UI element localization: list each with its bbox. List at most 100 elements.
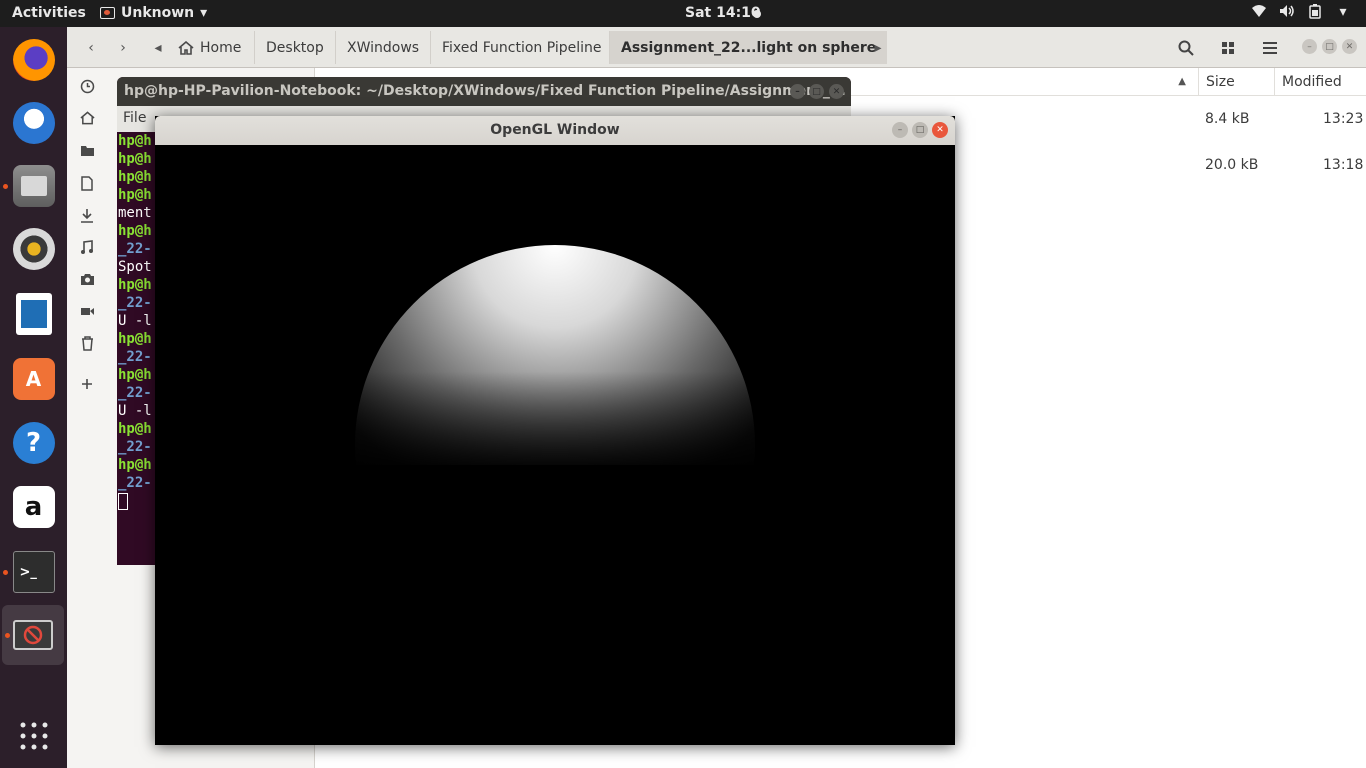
video-icon[interactable] xyxy=(77,301,97,321)
recent-icon[interactable] xyxy=(77,76,97,96)
menu-file[interactable]: File xyxy=(123,110,146,126)
terminal-icon: >_ xyxy=(12,551,55,593)
row-1-size[interactable]: 8.4 kB xyxy=(1205,111,1249,127)
menu-button[interactable] xyxy=(1252,33,1288,62)
music-icon[interactable] xyxy=(77,237,97,257)
view-toggle-button[interactable] xyxy=(1210,33,1246,62)
opengl-window[interactable]: OpenGL Window – □ ✕ xyxy=(155,116,955,745)
battery-icon[interactable] xyxy=(1306,4,1324,23)
download-icon[interactable] xyxy=(77,205,97,225)
show-applications-button[interactable] xyxy=(0,706,67,766)
terminal-line: hp@h xyxy=(118,367,152,383)
minimize-icon: – xyxy=(795,86,800,97)
breadcrumb-home[interactable]: Home xyxy=(167,31,252,64)
trash-icon[interactable] xyxy=(77,333,97,353)
app-menu-label: Unknown xyxy=(121,5,195,21)
dock-item-writer[interactable] xyxy=(0,284,67,344)
dock-item-terminal[interactable]: >_ xyxy=(0,542,67,602)
no-icon-app-icon xyxy=(13,620,53,650)
app-menu[interactable]: Unknown ▾ xyxy=(100,5,207,21)
opengl-close-button[interactable]: ✕ xyxy=(932,122,948,138)
terminal-line: _22- xyxy=(118,439,152,455)
top-bar: Activities Unknown ▾ Sat 14:10 ▾ xyxy=(0,0,1366,27)
system-tray[interactable]: ▾ xyxy=(1250,4,1352,23)
row-2-modified[interactable]: 13:18 xyxy=(1323,157,1363,173)
lit-sphere xyxy=(345,245,765,665)
breadcrumb-fixed-function-pipeline[interactable]: Fixed Function Pipeline xyxy=(430,31,613,64)
minimize-button[interactable]: – xyxy=(1302,39,1317,54)
system-menu-chevron-icon[interactable]: ▾ xyxy=(1334,4,1352,23)
terminal-line: hp@h xyxy=(118,277,152,293)
search-button[interactable] xyxy=(1168,33,1204,62)
opengl-titlebar[interactable]: OpenGL Window – □ ✕ xyxy=(155,116,955,145)
size-column-label: Size xyxy=(1206,73,1235,90)
app-menu-icon xyxy=(100,7,115,19)
dock-item-amazon[interactable]: a xyxy=(0,477,67,537)
terminal-minimize-button[interactable]: – xyxy=(790,84,805,99)
size-column-header[interactable]: Size xyxy=(1198,68,1274,96)
dock-item-firefox[interactable] xyxy=(0,30,67,90)
document-icon[interactable] xyxy=(77,173,97,193)
volume-icon[interactable] xyxy=(1278,4,1296,23)
shadow-falloff xyxy=(345,245,765,475)
breadcrumb-desktop[interactable]: Desktop xyxy=(254,31,335,64)
maximize-icon: □ xyxy=(812,86,821,97)
terminal-line: hp@h xyxy=(118,457,152,473)
modified-column-header[interactable]: Modified xyxy=(1274,68,1366,96)
terminal-line: U -l xyxy=(118,403,152,419)
opengl-canvas[interactable] xyxy=(155,145,955,745)
breadcrumb-label: Fixed Function Pipeline xyxy=(442,39,602,56)
terminal-line: hp@h xyxy=(118,133,152,149)
breadcrumb-label: Assignment_22...light on sphere xyxy=(621,39,877,56)
terminal-line: ment xyxy=(118,205,152,221)
terminal-line: hp@h xyxy=(118,151,152,167)
grid-view-icon xyxy=(1222,41,1234,54)
terminal-line: _22- xyxy=(118,349,152,365)
terminal-title: hp@hp-HP-Pavilion-Notebook: ~/Desktop/XW… xyxy=(124,83,846,99)
close-icon: ✕ xyxy=(1345,41,1354,52)
camera-icon[interactable] xyxy=(77,269,97,289)
activities-button[interactable]: Activities xyxy=(12,5,86,21)
chevron-left-icon: ‹ xyxy=(88,39,94,56)
breadcrumb-label: Desktop xyxy=(266,39,324,56)
dock-item-opengl-app[interactable] xyxy=(2,605,64,665)
home-icon[interactable] xyxy=(77,108,97,128)
breadcrumb-xwindows[interactable]: XWindows xyxy=(335,31,430,64)
add-location-icon[interactable] xyxy=(77,374,97,394)
dock-item-files[interactable] xyxy=(0,156,67,216)
dock-item-thunderbird[interactable] xyxy=(0,93,67,153)
breadcrumb-scroll-left[interactable]: ◂ xyxy=(147,33,169,62)
clock[interactable]: Sat 14:10 xyxy=(685,5,761,21)
back-button[interactable]: ‹ xyxy=(76,33,106,62)
dock-item-help[interactable]: ? xyxy=(0,413,67,473)
row-1-modified[interactable]: 13:23 xyxy=(1323,111,1363,127)
opengl-window-title: OpenGL Window xyxy=(490,122,620,138)
opengl-maximize-button[interactable]: □ xyxy=(912,122,928,138)
close-button[interactable]: ✕ xyxy=(1342,39,1357,54)
opengl-minimize-button[interactable]: – xyxy=(892,122,908,138)
unlit-region xyxy=(345,465,765,665)
terminal-close-button[interactable]: ✕ xyxy=(829,84,844,99)
terminal-titlebar[interactable]: hp@hp-HP-Pavilion-Notebook: ~/Desktop/XW… xyxy=(117,77,851,106)
maximize-icon: □ xyxy=(915,125,925,135)
dock: A ? a >_ xyxy=(0,27,67,768)
maximize-button[interactable]: □ xyxy=(1322,39,1337,54)
thunderbird-icon xyxy=(12,102,55,144)
terminal-maximize-button[interactable]: □ xyxy=(809,84,824,99)
triangle-left-icon: ◂ xyxy=(154,39,162,56)
help-icon: ? xyxy=(12,422,55,464)
dock-item-rhythmbox[interactable] xyxy=(0,219,67,279)
minimize-icon: – xyxy=(1307,41,1312,52)
wifi-icon[interactable] xyxy=(1250,4,1268,23)
maximize-icon: □ xyxy=(1325,41,1334,52)
minimize-icon: – xyxy=(897,125,903,135)
row-2-size[interactable]: 20.0 kB xyxy=(1205,157,1258,173)
dock-item-software[interactable]: A xyxy=(0,349,67,409)
breadcrumb-scroll-right[interactable]: ▸ xyxy=(867,33,889,62)
forward-button[interactable]: › xyxy=(108,33,138,62)
grid-icon xyxy=(20,722,47,750)
breadcrumb-current-folder[interactable]: Assignment_22...light on sphere xyxy=(609,31,888,64)
folder-icon[interactable] xyxy=(77,140,97,160)
running-indicator xyxy=(3,184,8,189)
rhythmbox-icon xyxy=(12,228,55,270)
